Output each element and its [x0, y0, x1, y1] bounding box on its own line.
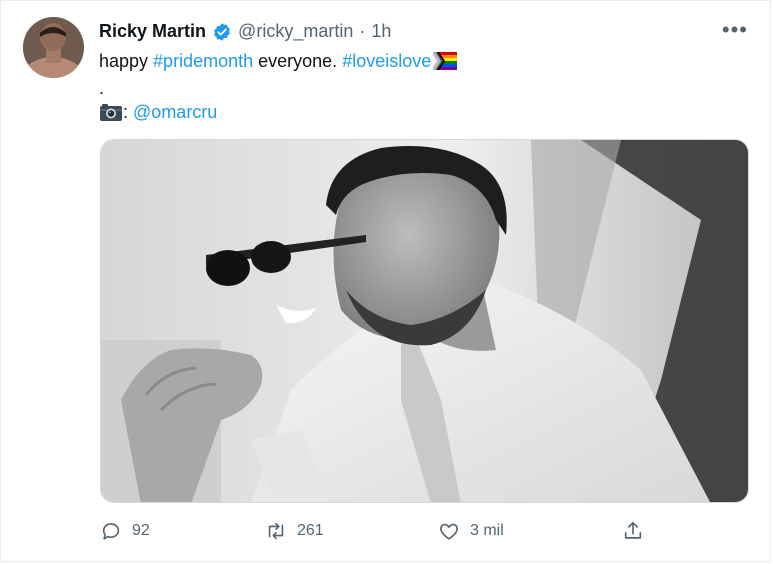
retweet-icon — [268, 522, 284, 540]
tweet-card[interactable]: Ricky Martin @ricky_martin · 1h ••• happ… — [0, 0, 771, 562]
tweet-actions: 92 261 3 mil — [100, 520, 660, 550]
progress-pride-flag-icon — [433, 52, 458, 75]
avatar[interactable] — [23, 17, 84, 78]
like-button[interactable]: 3 mil — [438, 520, 504, 542]
tweet-timestamp[interactable]: 1h — [371, 21, 391, 42]
retweet-count: 261 — [297, 522, 324, 539]
share-button[interactable] — [622, 520, 644, 542]
hashtag-loveislove[interactable]: #loveislove — [342, 51, 431, 71]
verified-badge-icon — [212, 22, 232, 42]
like-count: 3 mil — [470, 522, 504, 539]
heart-icon — [440, 523, 458, 540]
more-options-icon[interactable]: ••• — [722, 19, 748, 41]
tweet-photo[interactable] — [100, 139, 749, 503]
tweet-text-line-2: . — [99, 78, 105, 98]
tweet-header: Ricky Martin @ricky_martin · 1h — [99, 21, 391, 42]
reply-button[interactable]: 92 — [100, 520, 150, 542]
camera-icon — [99, 102, 123, 127]
author-handle[interactable]: @ricky_martin — [238, 21, 353, 42]
hashtag-pridemonth[interactable]: #pridemonth — [153, 51, 253, 71]
share-icon — [624, 521, 642, 539]
tweet-text-prefix: happy — [99, 51, 154, 71]
retweet-button[interactable]: 261 — [265, 520, 324, 542]
tweet-text-line-3: : @omarcru — [99, 102, 217, 127]
avatar-image — [23, 17, 84, 78]
photo-image — [101, 140, 748, 502]
author-name[interactable]: Ricky Martin — [99, 21, 206, 42]
mention-omarcru[interactable]: @omarcru — [133, 102, 217, 122]
tweet-text-middle: everyone. — [253, 51, 343, 71]
reply-count: 92 — [132, 522, 150, 539]
header-separator: · — [359, 21, 366, 41]
reply-icon — [102, 523, 120, 540]
tweet-text-line-1: happy #pridemonth everyone. #loveislove — [99, 51, 458, 75]
tweet-text-colon: : — [123, 102, 129, 122]
